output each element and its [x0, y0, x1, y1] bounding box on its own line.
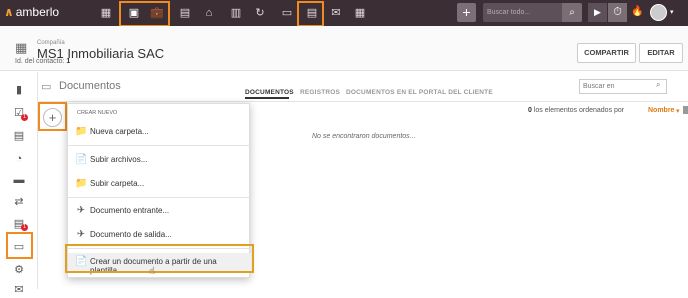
edit-button[interactable]: EDITAR	[639, 43, 683, 63]
sort-selector[interactable]: Nombre	[648, 107, 674, 114]
global-search-input[interactable]: Buscar todo...	[483, 3, 562, 22]
menu-item-upload-folder[interactable]: 📁 Subir carpeta...	[68, 175, 251, 193]
share-button[interactable]: COMPARTIR	[577, 43, 636, 63]
tasks-badge: 1	[21, 114, 28, 121]
mail-icon[interactable]: ✉	[11, 282, 27, 298]
settings-icon[interactable]: ⚙	[11, 262, 27, 278]
divider	[39, 101, 688, 102]
count-value: 0	[528, 107, 532, 114]
highlight-add-button	[38, 102, 67, 131]
top-bar: ∧ amberlo ▦ ▣ 💼 ▤ ⌂ ▥ ↻ ▭ ▤ ✉ ▦ + Buscar…	[0, 0, 688, 27]
documents-search-input[interactable]: Buscar en	[579, 79, 667, 94]
logo-text: amberlo	[15, 5, 60, 19]
reports-icon[interactable]: ▦	[353, 5, 367, 21]
contact-id: Id. del contacto: 1	[15, 58, 70, 65]
menu-item-outgoing-document[interactable]: ✈ Documento de salida...	[68, 226, 251, 244]
contact-id-value: 1	[66, 58, 71, 65]
menu-item-label: Documento entrante...	[90, 206, 170, 215]
tab-client-portal[interactable]: DOCUMENTOS EN EL PORTAL DEL CLIENTE	[346, 89, 493, 96]
tab-documents[interactable]: DOCUMENTOS	[245, 89, 294, 96]
book-icon[interactable]: ▮	[11, 82, 27, 98]
app-logo[interactable]: ∧ amberlo	[4, 5, 59, 19]
menu-separator	[68, 197, 251, 198]
search-icon[interactable]: ⌕	[656, 80, 660, 90]
invoice-badge: 1	[21, 224, 28, 231]
chevron-down-icon[interactable]: ▾	[676, 107, 680, 115]
documents-title: Documentos	[59, 80, 121, 92]
highlight-template-item	[65, 244, 254, 273]
highlight-contacts	[119, 1, 170, 27]
highlight-documents	[297, 1, 324, 27]
timer-icon[interactable]: ⏱	[608, 3, 627, 22]
outgoing-plane-icon: ✈	[76, 229, 86, 240]
menu-item-label: Nueva carpeta...	[90, 127, 149, 136]
mouse-cursor-icon: ☝	[149, 266, 156, 277]
history-icon[interactable]: ↻	[253, 5, 267, 21]
highlight-sidebar-documents	[6, 232, 33, 259]
menu-header: CREAR NUEVO	[77, 110, 118, 116]
menu-item-upload-files[interactable]: 📄 Subir archivos...	[68, 151, 251, 169]
chevron-down-icon[interactable]: ▾	[670, 8, 674, 16]
incoming-plane-icon: ✈	[76, 205, 86, 216]
contact-id-label: Id. del contacto:	[15, 58, 65, 65]
transfer-icon[interactable]: ⇄	[11, 194, 27, 210]
building-icon: ▦	[15, 40, 28, 55]
create-new-button[interactable]: +	[457, 3, 476, 22]
calendar-icon[interactable]: ▥	[229, 5, 243, 21]
search-icon[interactable]: ⌕	[562, 3, 582, 22]
menu-item-new-folder[interactable]: 📁 Nueva carpeta...	[68, 123, 251, 141]
mail-icon[interactable]: ✉	[329, 5, 343, 21]
time-icon[interactable]: ◔	[11, 151, 27, 167]
document-icon[interactable]: ▤	[178, 5, 192, 21]
briefcase-icon[interactable]: ▬	[11, 172, 27, 188]
tab-records[interactable]: REGISTROS	[300, 89, 340, 96]
active-tab-underline	[245, 97, 289, 99]
sidebar: ▮ ☑ 1 ▤ ◔ ▬ ⇄ ▤ 1 ▭ ⚙ ✉	[0, 72, 38, 296]
logo-mark-icon: ∧	[4, 5, 14, 19]
upload-folder-icon: 📁	[75, 178, 88, 189]
folder-icon: ▭	[41, 81, 52, 93]
empty-state: No se encontraron documentos...	[312, 133, 416, 140]
menu-item-label: Documento de salida...	[90, 230, 172, 239]
menu-separator	[68, 145, 251, 146]
count-text: los elementos ordenados por	[533, 107, 625, 114]
play-icon[interactable]: ▶	[588, 3, 607, 22]
view-toggle-icon[interactable]	[683, 106, 688, 114]
bank-icon[interactable]: ⌂	[202, 5, 216, 21]
new-folder-icon: 📁	[75, 126, 88, 137]
folder-icon[interactable]: ▭	[280, 5, 294, 21]
menu-item-incoming-document[interactable]: ✈ Documento entrante...	[68, 202, 251, 220]
contact-header: ▦ Compañía MS1 Inmobiliaria SAC Id. del …	[0, 26, 688, 71]
flame-icon[interactable]: 🔥	[631, 6, 643, 17]
menu-item-label: Subir archivos...	[90, 155, 148, 164]
item-count: 0 los elementos ordenados por	[528, 107, 624, 114]
billing-icon[interactable]: ▤	[11, 128, 27, 144]
upload-file-icon: 📄	[75, 154, 88, 165]
menu-item-label: Subir carpeta...	[90, 179, 145, 188]
avatar[interactable]	[650, 4, 667, 21]
dashboard-icon[interactable]: ▦	[99, 5, 113, 21]
